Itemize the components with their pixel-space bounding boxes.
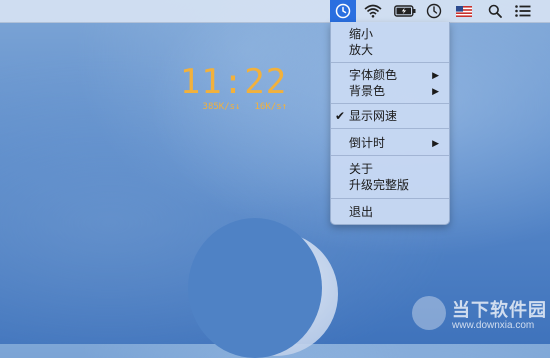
widget-time: 11:22 bbox=[179, 62, 288, 102]
menu-item-zoom-in[interactable]: 放大 bbox=[331, 42, 449, 58]
menu-item-label: 显示网速 bbox=[349, 109, 398, 123]
menu-item-label: 升级完整版 bbox=[349, 178, 410, 192]
clock-app-dropdown-menu: 缩小 放大 字体颜色 ▶ 背景色 ▶ ✔ 显示网速 倒计时 ▶ 关于 升级完整版… bbox=[330, 22, 450, 225]
menu-item-label: 退出 bbox=[349, 205, 374, 219]
battery-icon bbox=[394, 5, 416, 17]
watermark-url: www.downxia.com bbox=[452, 320, 535, 331]
submenu-arrow-icon: ▶ bbox=[432, 70, 439, 80]
search-icon bbox=[488, 4, 502, 18]
watermark: 当下软件园 www.downxia.com bbox=[412, 294, 550, 340]
net-speed-row: 385K/s↓ 16K/s↑ bbox=[176, 102, 291, 112]
menu-item-about[interactable]: 关于 bbox=[331, 161, 449, 177]
clock-widget[interactable]: 11:22 385K/s↓ 16K/s↑ bbox=[176, 62, 291, 112]
menu-separator bbox=[331, 103, 449, 104]
menu-item-upgrade[interactable]: 升级完整版 bbox=[331, 177, 449, 193]
menu-item-label: 背景色 bbox=[349, 84, 386, 98]
clock-app-menubar-button[interactable] bbox=[330, 0, 356, 22]
menu-separator bbox=[331, 198, 449, 199]
wifi-menubar-button[interactable] bbox=[360, 0, 386, 22]
download-speed: 385K/s↓ bbox=[202, 102, 241, 112]
clock-app-icon bbox=[335, 3, 351, 19]
clock-icon bbox=[426, 3, 442, 19]
battery-menubar-button[interactable] bbox=[392, 0, 418, 22]
menu-separator bbox=[331, 155, 449, 156]
clock-menubar-button[interactable] bbox=[422, 0, 446, 22]
menu-item-countdown[interactable]: 倒计时 ▶ bbox=[331, 135, 449, 151]
menu-item-label: 倒计时 bbox=[349, 136, 386, 150]
menu-item-show-speed[interactable]: ✔ 显示网速 bbox=[331, 108, 449, 124]
upload-speed: 16K/s↑ bbox=[254, 102, 287, 112]
notification-center-menubar-button[interactable] bbox=[512, 0, 534, 22]
list-icon bbox=[515, 5, 531, 17]
checkmark-icon: ✔ bbox=[335, 109, 346, 123]
us-flag-icon bbox=[456, 5, 472, 17]
watermark-title: 当下软件园 bbox=[452, 300, 547, 320]
watermark-logo-icon bbox=[412, 296, 446, 330]
submenu-arrow-icon: ▶ bbox=[432, 86, 439, 96]
menu-item-background-color[interactable]: 背景色 ▶ bbox=[331, 83, 449, 99]
menu-item-label: 字体颜色 bbox=[349, 68, 398, 82]
menu-item-quit[interactable]: 退出 bbox=[331, 204, 449, 220]
menu-item-font-color[interactable]: 字体颜色 ▶ bbox=[331, 67, 449, 83]
spotlight-menubar-button[interactable] bbox=[484, 0, 506, 22]
menu-separator bbox=[331, 128, 449, 129]
menu-item-label: 关于 bbox=[349, 162, 374, 176]
wifi-icon bbox=[364, 4, 382, 18]
menu-item-label: 放大 bbox=[349, 43, 374, 57]
moon-shadow bbox=[188, 218, 322, 358]
menu-item-zoom-out[interactable]: 缩小 bbox=[331, 26, 449, 42]
input-source-menubar-button[interactable] bbox=[452, 0, 476, 22]
menu-separator bbox=[331, 62, 449, 63]
menu-item-label: 缩小 bbox=[349, 27, 374, 41]
menu-bar bbox=[0, 0, 550, 23]
submenu-arrow-icon: ▶ bbox=[432, 138, 439, 148]
